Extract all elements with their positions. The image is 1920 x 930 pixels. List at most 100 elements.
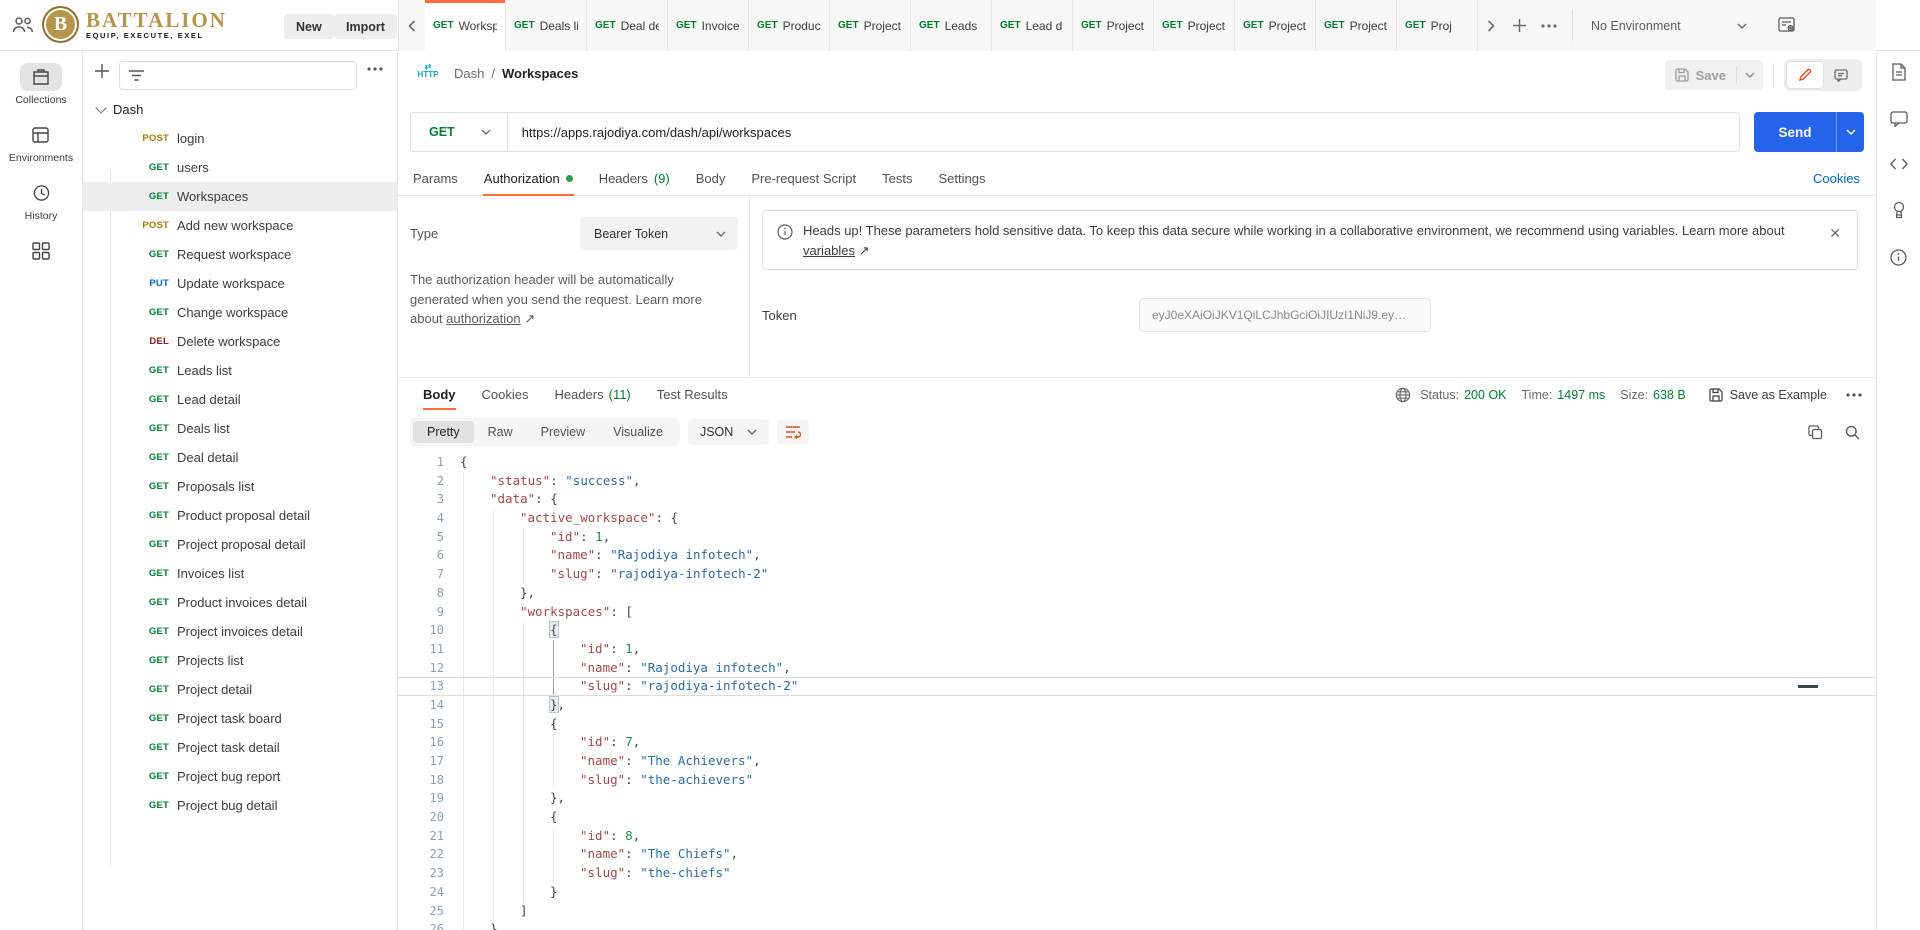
wrap-lines-button[interactable] — [777, 420, 809, 444]
request-list-item[interactable]: GETProduct invoices detail — [83, 588, 397, 617]
response-tab-headers[interactable]: Headers(11) — [541, 378, 643, 411]
request-list-item[interactable]: GETusers — [83, 153, 397, 182]
add-collection-icon[interactable] — [95, 64, 109, 78]
code-line[interactable]: 24} — [398, 883, 1876, 902]
code-line[interactable]: 25] — [398, 902, 1876, 921]
code-line[interactable]: 17"name": "The Achievers", — [398, 752, 1876, 771]
code-line[interactable]: 20{ — [398, 808, 1876, 827]
request-list-item[interactable]: POSTAdd new workspace — [83, 211, 397, 240]
open-request-tab[interactable]: GETProject — [1316, 0, 1397, 51]
related-requests-icon[interactable] — [1891, 201, 1907, 219]
authorization-docs-link[interactable]: authorization — [446, 311, 520, 326]
open-request-tab[interactable]: GETInvoice — [668, 0, 749, 51]
code-line[interactable]: 10{ — [398, 621, 1876, 640]
environment-selector[interactable]: No Environment — [1581, 0, 1761, 51]
code-line[interactable]: 9"workspaces": [ — [398, 603, 1876, 622]
code-line-current[interactable]: 13"slug": "rajodiya-infotech-2" — [398, 677, 1876, 696]
request-list-item[interactable]: GETProject detail — [83, 675, 397, 704]
code-line[interactable]: 8}, — [398, 584, 1876, 603]
open-request-tab[interactable]: GETProject — [1154, 0, 1235, 51]
code-line[interactable]: 4"active_workspace": { — [398, 509, 1876, 528]
request-list-item[interactable]: GETProjects list — [83, 646, 397, 675]
send-button[interactable]: Send — [1754, 112, 1864, 152]
response-options-icon[interactable] — [1846, 393, 1862, 397]
request-list-item[interactable]: GETRequest workspace — [83, 240, 397, 269]
environment-quick-look-icon[interactable] — [1777, 15, 1797, 35]
response-tab-body[interactable]: Body — [410, 378, 469, 411]
variables-docs-link[interactable]: variables — [803, 243, 855, 258]
request-list-item[interactable]: POSTlogin — [83, 124, 397, 153]
open-request-tab[interactable]: GETDeals li — [506, 0, 587, 51]
token-input[interactable]: eyJ0eXAiOiJKV1QiLCJhbGciOiJIUzI1NiJ9.ey… — [1139, 298, 1431, 332]
request-list-item[interactable]: DELDelete workspace — [83, 327, 397, 356]
request-list-item[interactable]: GETInvoices list — [83, 559, 397, 588]
banner-close-icon[interactable]: ✕ — [1829, 223, 1841, 243]
config-tab-tests[interactable]: Tests — [869, 161, 925, 195]
code-line[interactable]: 23"slug": "the-chiefs" — [398, 864, 1876, 883]
open-request-tab[interactable]: GETProduc — [749, 0, 830, 51]
config-tab-headers[interactable]: Headers(9) — [586, 161, 683, 195]
cookies-link[interactable]: Cookies — [1813, 171, 1860, 186]
tab-options-icon[interactable] — [1534, 0, 1564, 51]
config-tab-authorization[interactable]: Authorization — [471, 161, 586, 195]
response-tab-cookies[interactable]: Cookies — [469, 378, 542, 411]
url-input[interactable]: https://apps.rajodiya.com/dash/api/works… — [508, 125, 792, 140]
open-request-tab[interactable]: GETLeads — [911, 0, 992, 51]
comments-button[interactable] — [1823, 62, 1859, 88]
rail-item-collections[interactable]: Collections — [15, 63, 66, 106]
request-list-item[interactable]: PUTUpdate workspace — [83, 269, 397, 298]
code-line[interactable]: 1{ — [398, 453, 1876, 472]
collection-row[interactable]: Dash — [83, 95, 397, 124]
request-info-icon[interactable] — [1890, 249, 1907, 266]
open-request-tab[interactable]: GETWorksp — [425, 0, 506, 51]
new-button[interactable]: New — [284, 14, 334, 39]
code-line[interactable]: 19}, — [398, 789, 1876, 808]
response-body-editor[interactable]: 1{2"status": "success",3"data": {4"activ… — [398, 453, 1876, 930]
import-button[interactable]: Import — [334, 14, 397, 39]
collections-filter-input[interactable] — [119, 61, 357, 90]
open-request-tab[interactable]: GETProject — [830, 0, 911, 51]
request-list-item[interactable]: GETDeals list — [83, 414, 397, 443]
team-icon[interactable] — [12, 15, 34, 35]
rail-item-apps[interactable] — [20, 237, 62, 265]
request-list-item[interactable]: GETLeads list — [83, 356, 397, 385]
code-snippet-icon[interactable] — [1890, 157, 1908, 171]
save-options-icon[interactable] — [1737, 72, 1763, 78]
save-as-example-button[interactable]: Save as Example — [1709, 388, 1827, 402]
code-line[interactable]: 15{ — [398, 715, 1876, 734]
config-tab-settings[interactable]: Settings — [925, 161, 998, 195]
open-request-tab[interactable]: GETDeal de — [587, 0, 668, 51]
rail-item-environments[interactable]: Environments — [9, 121, 73, 164]
code-line[interactable]: 26} — [398, 920, 1876, 930]
open-request-tab[interactable]: GETProject — [1235, 0, 1316, 51]
request-list-item[interactable]: GETProject bug report — [83, 762, 397, 791]
send-options-icon[interactable] — [1836, 112, 1864, 152]
code-line[interactable]: 21"id": 8, — [398, 827, 1876, 846]
response-tab-test-results[interactable]: Test Results — [644, 378, 741, 411]
collection-expand-icon[interactable] — [95, 102, 106, 113]
request-list-item[interactable]: GETProposals list — [83, 472, 397, 501]
open-request-tab[interactable]: GETLead d — [992, 0, 1073, 51]
copy-response-icon[interactable] — [1808, 425, 1823, 440]
format-select[interactable]: JSON — [688, 419, 769, 445]
method-selector[interactable]: GET — [411, 113, 507, 151]
request-list-item[interactable]: GETLead detail — [83, 385, 397, 414]
code-line[interactable]: 22"name": "The Chiefs", — [398, 845, 1876, 864]
search-response-icon[interactable] — [1845, 425, 1860, 440]
request-list-item[interactable]: GETProject proposal detail — [83, 530, 397, 559]
code-line[interactable]: 6"name": "Rajodiya infotech", — [398, 546, 1876, 565]
auth-type-select[interactable]: Bearer Token — [580, 217, 738, 250]
request-list-item[interactable]: GETChange workspace — [83, 298, 397, 327]
request-list-item[interactable]: GETProject bug detail — [83, 791, 397, 820]
code-line[interactable]: 5"id": 1, — [398, 528, 1876, 547]
comments-icon[interactable] — [1890, 111, 1908, 127]
code-line[interactable]: 14}, — [398, 696, 1876, 715]
view-raw[interactable]: Raw — [474, 421, 527, 443]
code-line[interactable]: 2"status": "success", — [398, 472, 1876, 491]
code-line[interactable]: 16"id": 7, — [398, 733, 1876, 752]
view-pretty[interactable]: Pretty — [413, 421, 474, 443]
open-request-tab[interactable]: GETProject — [1073, 0, 1154, 51]
view-preview[interactable]: Preview — [527, 421, 599, 443]
view-visualize[interactable]: Visualize — [599, 421, 677, 443]
request-list-item[interactable]: GETDeal detail — [83, 443, 397, 472]
